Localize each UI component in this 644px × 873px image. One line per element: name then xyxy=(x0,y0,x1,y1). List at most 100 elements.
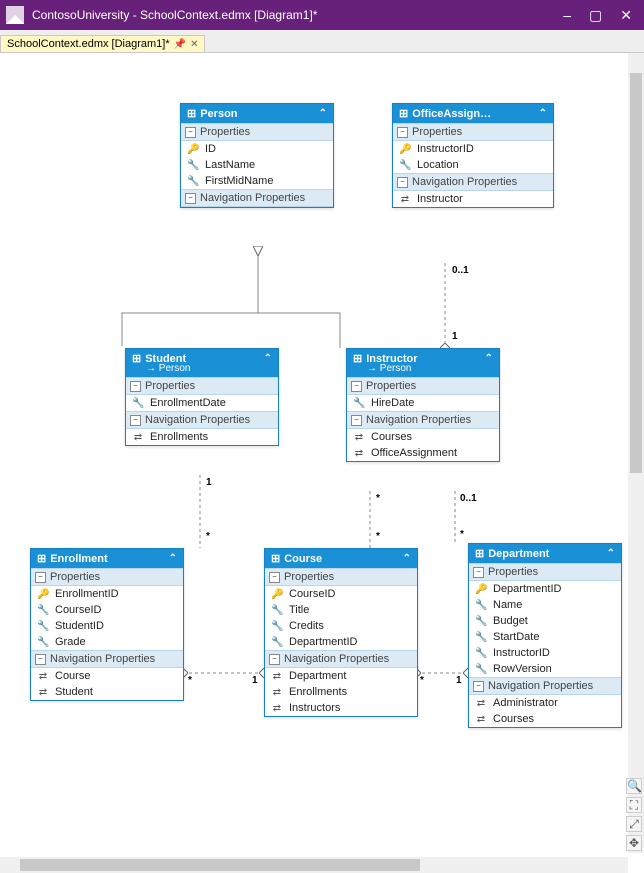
property-row[interactable]: 🔧LastName xyxy=(181,157,333,173)
entity-department[interactable]: ⊞Department⌃ −Properties 🔑DepartmentID 🔧… xyxy=(468,543,622,728)
scrollbar-thumb[interactable] xyxy=(20,859,420,871)
section-properties[interactable]: −Properties xyxy=(31,568,183,586)
property-row[interactable]: 🔧EnrollmentDate xyxy=(126,395,278,411)
entity-header[interactable]: ⊞Enrollment⌃ xyxy=(31,549,183,568)
section-navprops[interactable]: −Navigation Properties xyxy=(347,411,499,429)
collapse-icon[interactable]: − xyxy=(397,127,408,138)
zoom-in-icon[interactable]: 🔍 xyxy=(626,778,642,794)
section-navprops[interactable]: −Navigation Properties xyxy=(31,650,183,668)
navprop-row[interactable]: ⇄Enrollments xyxy=(126,429,278,445)
chevron-up-icon[interactable]: ⌃ xyxy=(319,108,327,119)
section-navprops[interactable]: −Navigation Properties xyxy=(469,677,621,695)
entity-header[interactable]: ⊞OfficeAssign…⌃ xyxy=(393,104,553,123)
section-properties[interactable]: −Properties xyxy=(126,377,278,395)
navprop-row[interactable]: ⇄Instructor xyxy=(393,191,553,207)
wrench-icon: 🔧 xyxy=(475,616,487,627)
collapse-icon[interactable]: − xyxy=(35,572,46,583)
entity-instructor[interactable]: ⊞Instructor⌃→ Person −Properties 🔧HireDa… xyxy=(346,348,500,462)
navprop-row[interactable]: ⇄Course xyxy=(31,668,183,684)
property-row[interactable]: 🔧RowVersion xyxy=(469,661,621,677)
section-navprops[interactable]: −Navigation Properties xyxy=(265,650,417,668)
navprop-row[interactable]: ⇄Courses xyxy=(469,711,621,727)
property-row[interactable]: 🔧HireDate xyxy=(347,395,499,411)
entity-header[interactable]: ⊞Course⌃ xyxy=(265,549,417,568)
chevron-up-icon[interactable]: ⌃ xyxy=(403,553,411,564)
property-row[interactable]: 🔑EnrollmentID xyxy=(31,586,183,602)
navprop-row[interactable]: ⇄Instructors xyxy=(265,700,417,716)
collapse-icon[interactable]: − xyxy=(185,127,196,138)
collapse-icon[interactable]: − xyxy=(185,193,196,204)
property-row[interactable]: 🔧InstructorID xyxy=(469,645,621,661)
zoom-tools: 🔍 ⛶ ⤢ ✥ xyxy=(626,778,642,851)
vertical-scrollbar[interactable] xyxy=(628,53,644,853)
collapse-icon[interactable]: − xyxy=(473,567,484,578)
property-row[interactable]: 🔧StartDate xyxy=(469,629,621,645)
pin-icon[interactable]: 📌 xyxy=(174,39,186,50)
entity-header[interactable]: ⊞Instructor⌃→ Person xyxy=(347,349,499,377)
horizontal-scrollbar[interactable] xyxy=(0,857,628,873)
collapse-icon[interactable]: − xyxy=(130,415,141,426)
property-row[interactable]: 🔑DepartmentID xyxy=(469,581,621,597)
section-properties[interactable]: −Properties xyxy=(265,568,417,586)
collapse-icon[interactable]: − xyxy=(130,381,141,392)
entity-enrollment[interactable]: ⊞Enrollment⌃ −Properties 🔑EnrollmentID 🔧… xyxy=(30,548,184,701)
property-row[interactable]: 🔧CourseID xyxy=(31,602,183,618)
entity-icon: ⊞ xyxy=(271,552,280,565)
property-row[interactable]: 🔧Title xyxy=(265,602,417,618)
navprop-row[interactable]: ⇄Administrator xyxy=(469,695,621,711)
navprop-row[interactable]: ⇄OfficeAssignment xyxy=(347,445,499,461)
pan-icon[interactable]: ✥ xyxy=(626,835,642,851)
collapse-icon[interactable]: − xyxy=(351,381,362,392)
tab-schoolcontext[interactable]: SchoolContext.edmx [Diagram1]* 📌 ✕ xyxy=(0,35,205,52)
collapse-icon[interactable]: − xyxy=(473,681,484,692)
entity-header[interactable]: ⊞Department⌃ xyxy=(469,544,621,563)
property-row[interactable]: 🔧FirstMidName xyxy=(181,173,333,189)
minimize-button[interactable]: – xyxy=(563,7,571,24)
close-button[interactable]: ✕ xyxy=(620,7,632,24)
section-properties[interactable]: −Properties xyxy=(181,123,333,141)
property-row[interactable]: 🔑InstructorID xyxy=(393,141,553,157)
section-navprops[interactable]: −Navigation Properties xyxy=(126,411,278,429)
entity-header[interactable]: ⊞Student⌃→ Person xyxy=(126,349,278,377)
entity-title: Person xyxy=(200,108,237,120)
entity-course[interactable]: ⊞Course⌃ −Properties 🔑CourseID 🔧Title 🔧C… xyxy=(264,548,418,717)
diagram-canvas[interactable]: 0..1 1 1 * * * 0..1 * * 1 * 1 ⊞Person⌃ −… xyxy=(0,53,644,873)
collapse-icon[interactable]: − xyxy=(397,177,408,188)
entity-header[interactable]: ⊞Person⌃ xyxy=(181,104,333,123)
entity-person[interactable]: ⊞Person⌃ −Properties 🔑ID 🔧LastName 🔧Firs… xyxy=(180,103,334,208)
property-row[interactable]: 🔧Budget xyxy=(469,613,621,629)
property-row[interactable]: 🔧Grade xyxy=(31,634,183,650)
maximize-button[interactable]: ▢ xyxy=(589,7,602,24)
property-row[interactable]: 🔑CourseID xyxy=(265,586,417,602)
chevron-up-icon[interactable]: ⌃ xyxy=(169,553,177,564)
tab-close-icon[interactable]: ✕ xyxy=(190,39,198,50)
scrollbar-thumb[interactable] xyxy=(630,73,642,473)
zoom-reset-icon[interactable]: ⤢ xyxy=(626,816,642,832)
section-properties[interactable]: −Properties xyxy=(469,563,621,581)
section-properties[interactable]: −Properties xyxy=(393,123,553,141)
section-properties[interactable]: −Properties xyxy=(347,377,499,395)
navprop-row[interactable]: ⇄Enrollments xyxy=(265,684,417,700)
chevron-up-icon[interactable]: ⌃ xyxy=(607,548,615,559)
chevron-up-icon[interactable]: ⌃ xyxy=(485,353,493,364)
collapse-icon[interactable]: − xyxy=(35,654,46,665)
navprop-row[interactable]: ⇄Department xyxy=(265,668,417,684)
chevron-up-icon[interactable]: ⌃ xyxy=(264,353,272,364)
navprop-row[interactable]: ⇄Student xyxy=(31,684,183,700)
section-navprops[interactable]: −Navigation Properties xyxy=(181,189,333,207)
property-row[interactable]: 🔧Name xyxy=(469,597,621,613)
chevron-up-icon[interactable]: ⌃ xyxy=(539,108,547,119)
entity-student[interactable]: ⊞Student⌃→ Person −Properties 🔧Enrollmen… xyxy=(125,348,279,446)
property-row[interactable]: 🔧Credits xyxy=(265,618,417,634)
collapse-icon[interactable]: − xyxy=(269,572,280,583)
section-navprops[interactable]: −Navigation Properties xyxy=(393,173,553,191)
entity-officeassignment[interactable]: ⊞OfficeAssign…⌃ −Properties 🔑InstructorI… xyxy=(392,103,554,208)
navprop-row[interactable]: ⇄Courses xyxy=(347,429,499,445)
property-row[interactable]: 🔧Location xyxy=(393,157,553,173)
collapse-icon[interactable]: − xyxy=(351,415,362,426)
property-row[interactable]: 🔧StudentID xyxy=(31,618,183,634)
zoom-fit-icon[interactable]: ⛶ xyxy=(626,797,642,813)
property-row[interactable]: 🔧DepartmentID xyxy=(265,634,417,650)
collapse-icon[interactable]: − xyxy=(269,654,280,665)
property-row[interactable]: 🔑ID xyxy=(181,141,333,157)
